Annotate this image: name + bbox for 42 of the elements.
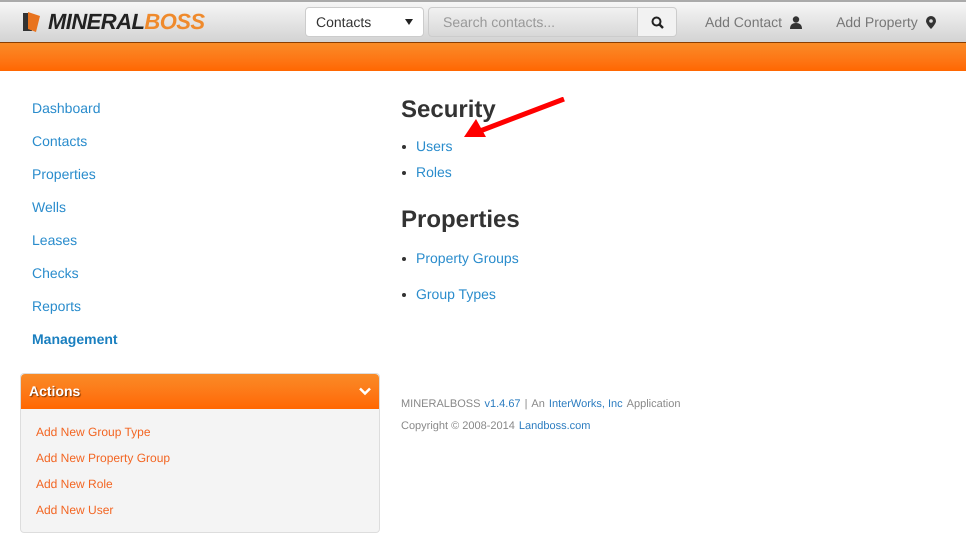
- sidebar-item[interactable]: Wells: [32, 198, 400, 216]
- sidebar-item[interactable]: Dashboard: [32, 99, 400, 117]
- footer-text: MINERALBOSS: [401, 397, 480, 411]
- footer-link[interactable]: Landboss.com: [518, 419, 590, 433]
- section-link[interactable]: Group Types: [416, 286, 496, 302]
- footer-text: Copyright © 2008-2014: [401, 419, 515, 433]
- sidebar-item[interactable]: Contacts: [32, 132, 400, 150]
- sidebar-item[interactable]: Management: [32, 330, 400, 348]
- sidebar-item[interactable]: Leases: [32, 231, 400, 249]
- bullet-icon: [402, 293, 406, 297]
- sidebar-item[interactable]: Properties: [32, 165, 400, 183]
- scope-select[interactable]: Contacts: [305, 7, 424, 37]
- search-field[interactable]: Search contacts...: [428, 7, 638, 37]
- logo[interactable]: MINERALBOSS: [20, 10, 275, 34]
- bullet-icon: [402, 257, 406, 261]
- bullet-icon: [402, 171, 406, 175]
- action-link[interactable]: Add New Property Group: [36, 450, 170, 467]
- header-link[interactable]: Add Contact: [705, 12, 802, 32]
- footer-text: An: [531, 397, 545, 411]
- action-link[interactable]: Add New Group Type: [36, 424, 151, 441]
- sidebar-item[interactable]: Checks: [32, 264, 400, 282]
- action-link[interactable]: Add New Role: [36, 476, 113, 493]
- section-link[interactable]: Roles: [416, 164, 452, 180]
- section-heading: Properties: [401, 205, 520, 235]
- footer-text: |: [524, 397, 528, 411]
- bullet-icon: [402, 145, 406, 149]
- footer-link[interactable]: v1.4.67: [484, 397, 521, 411]
- footer-link[interactable]: InterWorks, Inc: [548, 397, 623, 411]
- section-heading: Security: [401, 95, 496, 125]
- map-pin-icon: [926, 16, 936, 28]
- panel-title: Actions: [29, 382, 80, 401]
- search-icon: [650, 16, 664, 28]
- action-link[interactable]: Add New User: [36, 502, 114, 519]
- header-link[interactable]: Add Property: [836, 12, 936, 32]
- person-icon: [790, 16, 802, 28]
- panel-header[interactable]: Actions: [21, 374, 379, 409]
- search-button[interactable]: [638, 7, 677, 37]
- section-link[interactable]: Property Groups: [416, 250, 519, 266]
- sidebar-item[interactable]: Reports: [32, 297, 400, 315]
- caret-icon: [405, 19, 413, 25]
- section-link[interactable]: Users: [416, 138, 453, 154]
- footer-text: Application: [626, 397, 680, 411]
